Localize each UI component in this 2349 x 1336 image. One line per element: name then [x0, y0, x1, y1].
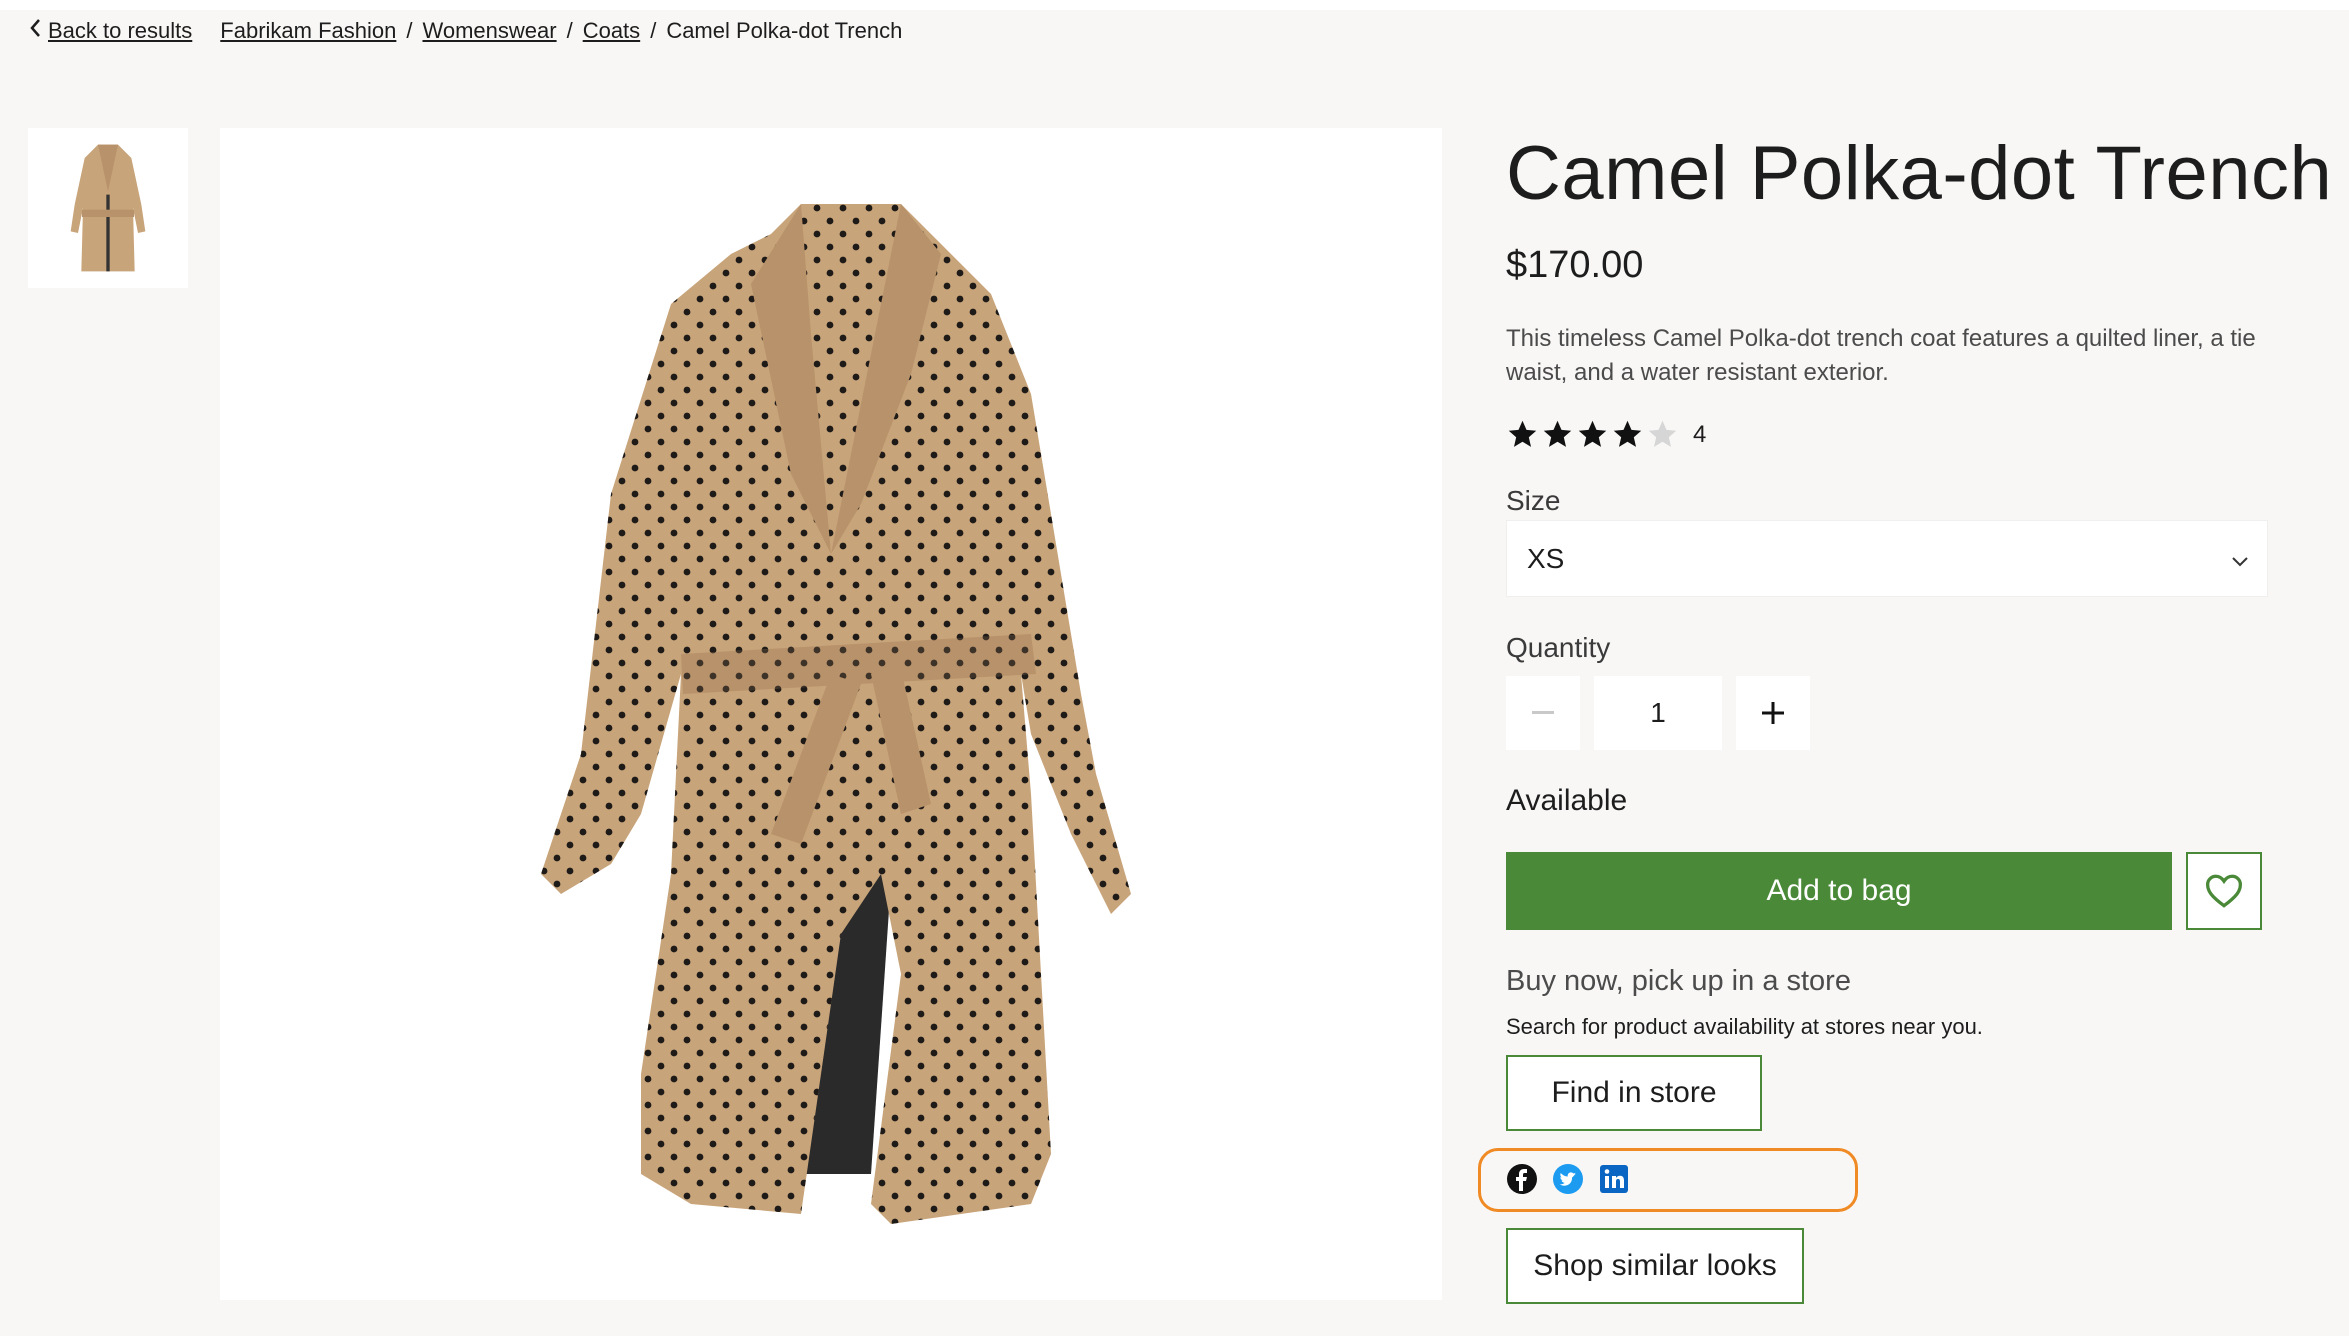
- rating-count: 4: [1693, 420, 1707, 448]
- chevron-down-icon: [2231, 543, 2249, 575]
- availability-status: Available: [1506, 784, 1628, 817]
- back-to-results-link[interactable]: Back to results: [28, 17, 192, 45]
- main-product-image[interactable]: [220, 128, 1442, 1300]
- product-rating: 4: [1506, 418, 1706, 451]
- star-filled-icon: [1613, 420, 1642, 447]
- coat-thumbnail-image: [70, 144, 146, 272]
- pickup-heading: Buy now, pick up in a store: [1506, 965, 1851, 997]
- quantity-label: Quantity: [1506, 632, 1611, 663]
- heart-icon: [2205, 874, 2243, 908]
- product-title: Camel Polka-dot Trench: [1506, 131, 2333, 216]
- breadcrumb-separator: /: [650, 18, 657, 43]
- breadcrumb-current: Camel Polka-dot Trench: [666, 18, 903, 43]
- breadcrumb-item-fabrikam[interactable]: Fabrikam Fashion: [220, 18, 396, 44]
- chevron-left-icon: [28, 17, 42, 45]
- breadcrumb-item-womenswear[interactable]: Womenswear: [422, 18, 556, 44]
- breadcrumb-item-coats[interactable]: Coats: [583, 18, 640, 44]
- star-filled-icon: [1543, 420, 1572, 447]
- twitter-icon[interactable]: [1552, 1163, 1584, 1195]
- quantity-stepper: 1: [1506, 676, 1810, 750]
- add-to-bag-button[interactable]: Add to bag: [1506, 852, 2172, 930]
- size-select[interactable]: XS: [1506, 520, 2268, 597]
- minus-icon: [1532, 711, 1554, 714]
- add-to-wishlist-button[interactable]: [2186, 852, 2262, 930]
- find-in-store-button[interactable]: Find in store: [1506, 1055, 1762, 1131]
- star-filled-icon: [1508, 420, 1537, 447]
- star-filled-icon: [1578, 420, 1607, 447]
- breadcrumb-separator: /: [566, 18, 573, 43]
- social-share: [1506, 1163, 1644, 1195]
- pickup-subtext: Search for product availability at store…: [1506, 1014, 1983, 1039]
- product-thumbnail[interactable]: [28, 128, 188, 288]
- back-label: Back to results: [48, 18, 193, 43]
- breadcrumb-separator: /: [406, 18, 413, 43]
- quantity-input[interactable]: 1: [1594, 676, 1722, 750]
- size-value: XS: [1527, 542, 1565, 574]
- product-description: This timeless Camel Polka-dot trench coa…: [1506, 325, 2256, 386]
- linkedin-icon[interactable]: [1598, 1163, 1630, 1195]
- plus-icon: [1762, 702, 1784, 724]
- size-label: Size: [1506, 485, 1561, 516]
- decrease-quantity-button[interactable]: [1506, 676, 1580, 750]
- breadcrumb: Back to results Fabrikam Fashion / Women…: [28, 14, 902, 48]
- coat-image: [541, 204, 1131, 1224]
- product-price: $170.00: [1506, 244, 1644, 286]
- top-strip: [0, 0, 2349, 10]
- star-empty-icon: [1648, 420, 1677, 447]
- shop-similar-looks-button[interactable]: Shop similar looks: [1506, 1228, 1804, 1304]
- facebook-icon[interactable]: [1506, 1163, 1538, 1195]
- increase-quantity-button[interactable]: [1736, 676, 1810, 750]
